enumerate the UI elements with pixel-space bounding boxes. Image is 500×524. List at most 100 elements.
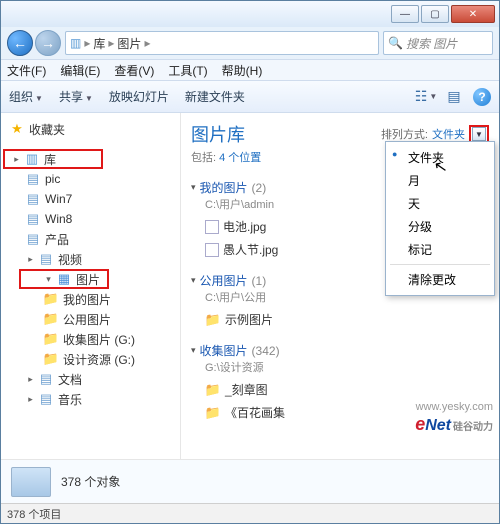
tree-favorites[interactable]: ★ 收藏夹 [3, 119, 178, 139]
tree-item-pic[interactable]: ▤pic [3, 169, 178, 189]
address-row: ← → ▥ ▸ 库 ▸ 图片 ▸ 🔍 搜索 图片 [1, 27, 499, 59]
group-path: G:\设计资源 [205, 359, 489, 375]
page-subtitle: 包括: 4 个位置 [191, 149, 261, 165]
tree-label: Win8 [45, 212, 72, 226]
sidebar: ★ 收藏夹 ▸ ▥ 库 ▤pic ▤Win7 ▤Win8 ▤产品 ▸▤视频 ▾ … [1, 113, 181, 459]
collapse-icon[interactable]: ▾ [43, 274, 54, 285]
details-pane: 378 个对象 [1, 459, 499, 503]
tree-label: 设计资源 (G:) [63, 351, 135, 368]
tree-public-pictures[interactable]: 📁公用图片 [3, 309, 178, 329]
toolbar-organize[interactable]: 组织▼ [9, 88, 43, 105]
menu-file[interactable]: 文件(F) [7, 62, 46, 79]
watermark-url: www.yesky.com [416, 401, 493, 413]
tree-item-win8[interactable]: ▤ Win8 [3, 209, 178, 229]
group-header[interactable]: ▾ 收集图片 (342) [191, 342, 489, 359]
menu-item-rating[interactable]: 分级 [386, 215, 494, 238]
close-button[interactable]: ✕ [451, 5, 495, 23]
explorer-window: — ▢ ✕ ← → ▥ ▸ 库 ▸ 图片 ▸ 🔍 搜索 图片 文件(F) 编辑(… [0, 0, 500, 524]
expand-icon[interactable]: ▸ [11, 154, 22, 165]
expand-icon[interactable]: ▸ [25, 394, 36, 405]
tree-item-videos[interactable]: ▸▤视频 [3, 249, 178, 269]
menu-view[interactable]: 查看(V) [114, 62, 154, 79]
menu-bar: 文件(F) 编辑(E) 查看(V) 工具(T) 帮助(H) [1, 59, 499, 81]
folder-icon: 📁 [205, 312, 221, 328]
folder-item[interactable]: 📁_刻章图 [205, 381, 489, 398]
breadcrumb-root[interactable]: 库 [93, 35, 105, 52]
sort-dropdown-button[interactable]: ▼ [472, 127, 486, 141]
folder-icon: 📁 [205, 405, 221, 421]
tree-collected-pictures[interactable]: 📁收集图片 (G:) [3, 329, 178, 349]
search-placeholder: 搜索 图片 [406, 35, 457, 52]
tree-pictures[interactable]: ▾ ▦ 图片 [19, 269, 109, 289]
toolbar-slideshow[interactable]: 放映幻灯片 [109, 88, 169, 105]
folder-icon: 📁 [43, 331, 59, 347]
folder-icon: 📁 [43, 311, 59, 327]
back-button[interactable]: ← [7, 30, 33, 56]
menu-item-clear[interactable]: 清除更改 [386, 268, 494, 291]
close-icon: ✕ [469, 9, 477, 20]
maximize-button[interactable]: ▢ [421, 5, 449, 23]
expand-icon[interactable]: ▸ [25, 374, 36, 385]
toolbar-newfolder[interactable]: 新建文件夹 [185, 88, 245, 105]
tree-label: 文档 [58, 371, 82, 388]
tree-documents[interactable]: ▸▤文档 [3, 369, 178, 389]
tree-label: 收集图片 (G:) [63, 331, 135, 348]
breadcrumb-sep: ▸ [108, 36, 114, 50]
tree-music[interactable]: ▸▤音乐 [3, 389, 178, 409]
page-title: 图片库 [191, 121, 261, 147]
sort-value[interactable]: 文件夹 [432, 126, 465, 142]
documents-icon: ▤ [38, 371, 54, 387]
folder-icon: 📁 [43, 291, 59, 307]
file-icon: ▤ [25, 231, 41, 247]
search-box[interactable]: 🔍 搜索 图片 [383, 31, 493, 55]
collapse-icon[interactable]: ▾ [191, 275, 196, 286]
tree-item-win7[interactable]: ▤Win7 [3, 189, 178, 209]
pictures-icon: ▦ [56, 271, 72, 287]
cursor-icon: ↖ [432, 156, 449, 178]
tree-label: 公用图片 [63, 311, 111, 328]
locations-link[interactable]: 4 个位置 [219, 152, 261, 164]
tree-label: 图片 [76, 271, 100, 288]
forward-icon: → [41, 35, 55, 51]
minimize-button[interactable]: — [391, 5, 419, 23]
file-icon: ▤ [25, 211, 41, 227]
menu-edit[interactable]: 编辑(E) [60, 62, 100, 79]
menu-help[interactable]: 帮助(H) [222, 62, 263, 79]
tree-item-products[interactable]: ▤产品 [3, 229, 178, 249]
maximize-icon: ▢ [430, 9, 439, 20]
breadcrumb-sep: ▸ [144, 36, 150, 50]
tree-label: 产品 [45, 231, 69, 248]
search-icon: 🔍 [388, 36, 403, 50]
forward-button[interactable]: → [35, 30, 61, 56]
status-bar: 378 个项目 [1, 503, 499, 523]
collapse-icon[interactable]: ▾ [191, 182, 196, 193]
music-icon: ▤ [38, 391, 54, 407]
star-icon: ★ [9, 121, 25, 137]
expand-icon[interactable]: ▸ [25, 254, 36, 265]
menu-tools[interactable]: 工具(T) [168, 62, 207, 79]
tree-libraries[interactable]: ▸ ▥ 库 [3, 149, 103, 169]
menu-item-day[interactable]: 天 [386, 192, 494, 215]
tree-label: 音乐 [58, 391, 82, 408]
view-options-icon[interactable]: ☷▼ [417, 88, 435, 106]
folder-item[interactable]: 📁示例图片 [205, 311, 489, 328]
toolbar-share[interactable]: 共享▼ [59, 88, 93, 105]
body: ★ 收藏夹 ▸ ▥ 库 ▤pic ▤Win7 ▤Win8 ▤产品 ▸▤视频 ▾ … [1, 113, 499, 459]
nav-buttons: ← → [7, 30, 61, 56]
breadcrumb-current[interactable]: 图片 [117, 35, 141, 52]
preview-pane-icon[interactable]: ▤ [445, 88, 463, 106]
nav-tree: ★ 收藏夹 ▸ ▥ 库 ▤pic ▤Win7 ▤Win8 ▤产品 ▸▤视频 ▾ … [3, 119, 178, 409]
tree-label: 我的图片 [63, 291, 111, 308]
folder-icon: 📁 [43, 351, 59, 367]
address-bar[interactable]: ▥ ▸ 库 ▸ 图片 ▸ [65, 31, 379, 55]
minimize-icon: — [400, 9, 410, 20]
help-icon[interactable]: ? [473, 88, 491, 106]
tree-label: pic [45, 172, 60, 186]
tree-design-resources[interactable]: 📁设计资源 (G:) [3, 349, 178, 369]
collapse-icon[interactable]: ▾ [191, 345, 196, 356]
menu-item-tag[interactable]: 标记 [386, 238, 494, 261]
toolbar: 组织▼ 共享▼ 放映幻灯片 新建文件夹 ☷▼ ▤ ? [1, 81, 499, 113]
tree-label: 库 [44, 151, 56, 168]
sort-label: 排列方式: [381, 126, 428, 142]
tree-my-pictures[interactable]: 📁我的图片 [3, 289, 178, 309]
